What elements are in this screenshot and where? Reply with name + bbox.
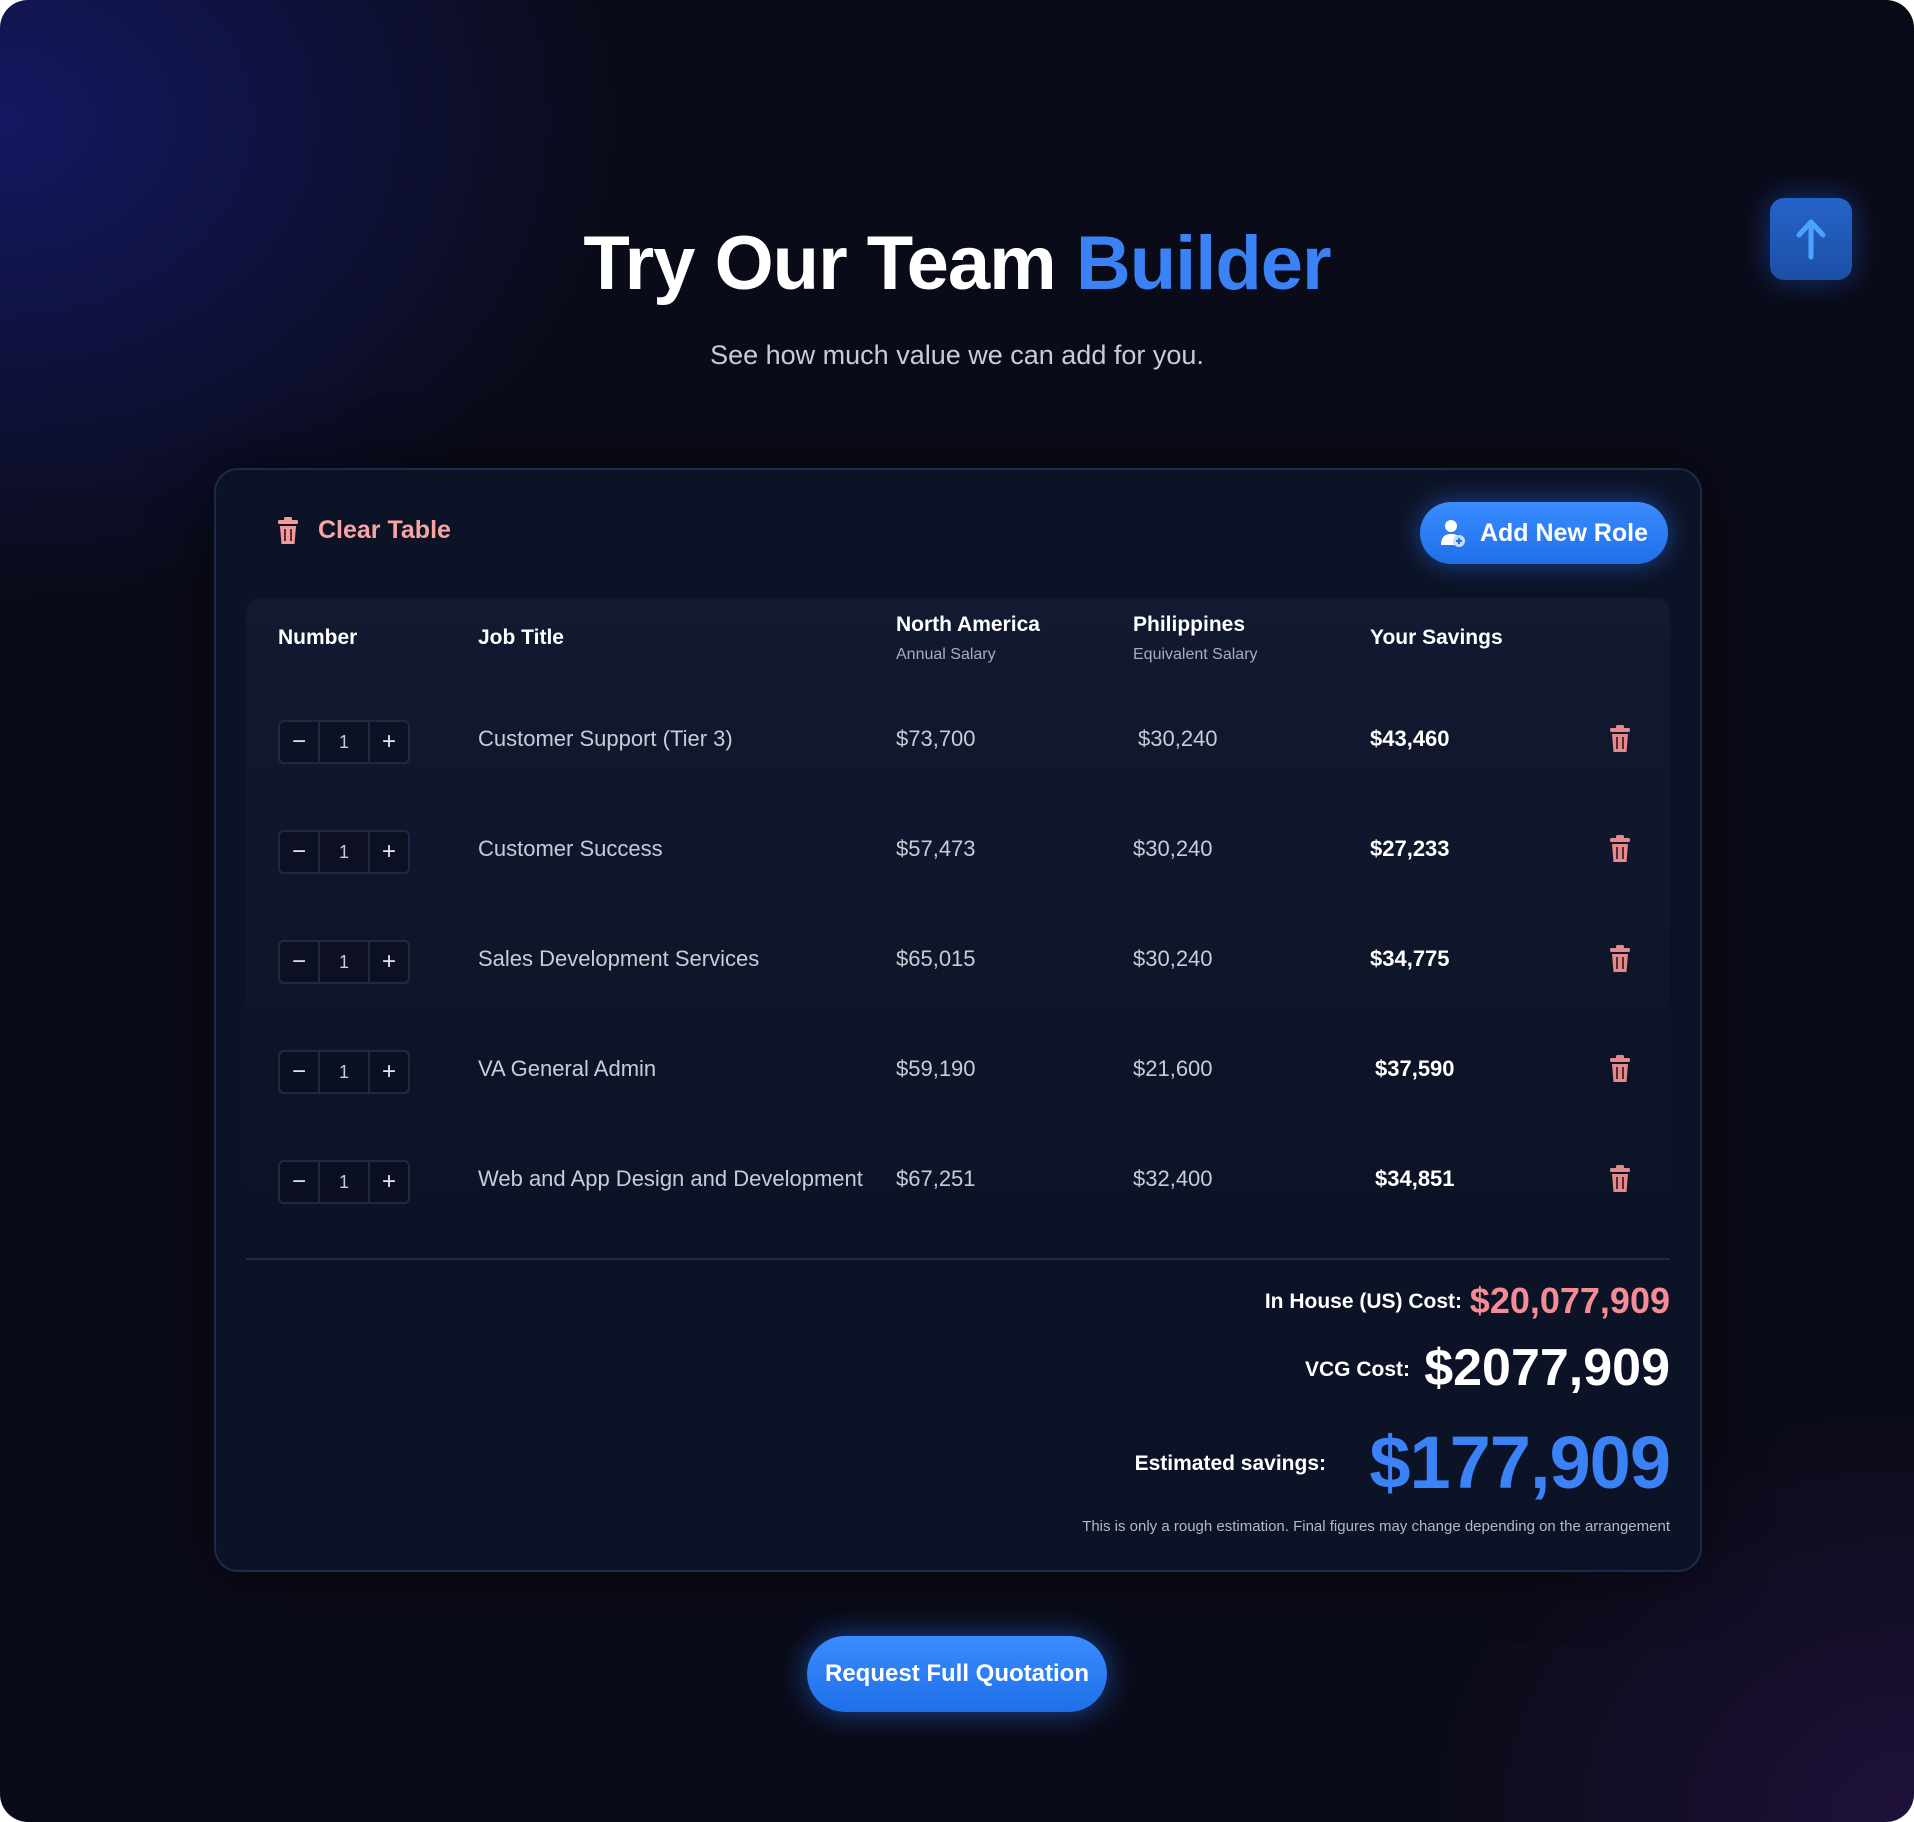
header-philippines-sub: Equivalent Salary	[1133, 646, 1258, 663]
quantity-value[interactable]: 1	[318, 832, 370, 872]
quantity-stepper: − 1 +	[278, 720, 410, 764]
header-number: Number	[278, 626, 358, 649]
philippines-salary-cell: $30,240	[1138, 726, 1218, 751]
savings-cell: $37,590	[1375, 1056, 1455, 1081]
estimated-savings-label: Estimated savings:	[1134, 1452, 1326, 1475]
in-house-cost-label: In House (US) Cost:	[1264, 1290, 1462, 1313]
delete-row-button[interactable]	[1608, 1055, 1632, 1088]
job-title-cell: Customer Success	[478, 836, 663, 861]
vcg-cost-label: VCG Cost:	[1305, 1358, 1410, 1381]
job-title-cell: Customer Support (Tier 3)	[478, 726, 733, 751]
quantity-stepper: − 1 +	[278, 940, 410, 984]
quantity-stepper: − 1 +	[278, 830, 410, 874]
trash-icon	[1610, 835, 1630, 862]
page: Try Our Team Builder See how much value …	[0, 0, 1914, 1822]
estimation-disclaimer: This is only a rough estimation. Final f…	[1082, 1518, 1670, 1535]
quantity-value[interactable]: 1	[318, 1162, 370, 1202]
page-subtitle: See how much value we can add for you.	[710, 340, 1204, 370]
increment-button[interactable]: +	[370, 832, 408, 872]
philippines-salary-cell: $30,240	[1133, 836, 1213, 861]
page-title-main: Try Our Team	[583, 221, 1076, 306]
increment-button[interactable]: +	[370, 942, 408, 982]
trash-icon	[1610, 725, 1630, 752]
add-new-role-button[interactable]: Add New Role	[1420, 502, 1668, 564]
philippines-salary-cell: $21,600	[1133, 1056, 1213, 1081]
table-row: − 1 + Web and App Design and Development…	[216, 1150, 1700, 1210]
decrement-button[interactable]: −	[280, 1052, 318, 1092]
north-america-salary-cell: $59,190	[896, 1056, 976, 1081]
north-america-salary-cell: $65,015	[896, 946, 976, 971]
increment-button[interactable]: +	[370, 1162, 408, 1202]
header-north-america-sub: Annual Salary	[896, 646, 996, 663]
header-your-savings: Your Savings	[1370, 626, 1503, 649]
header-philippines: Philippines	[1133, 613, 1246, 636]
job-title-cell: Sales Development Services	[478, 946, 760, 971]
savings-cell: $43,460	[1370, 726, 1450, 751]
north-america-salary-cell: $73,700	[896, 726, 976, 751]
table-row: − 1 + Sales Development Services $65,015…	[216, 930, 1700, 990]
delete-row-button[interactable]	[1608, 725, 1632, 758]
philippines-salary-cell: $30,240	[1133, 946, 1213, 971]
savings-cell: $34,775	[1370, 946, 1450, 971]
clear-table-button[interactable]: Clear Table	[276, 516, 451, 545]
team-builder-card: Clear Table Add New Role Number Job Titl…	[214, 468, 1702, 1572]
decrement-button[interactable]: −	[280, 942, 318, 982]
north-america-salary-cell: $67,251	[896, 1166, 976, 1191]
request-quotation-button[interactable]: Request Full Quotation	[807, 1636, 1107, 1712]
table-row: − 1 + Customer Success $57,473 $30,240 $…	[216, 820, 1700, 880]
delete-row-button[interactable]	[1608, 945, 1632, 978]
header-job-title: Job Title	[478, 626, 564, 649]
summary-divider	[246, 1258, 1670, 1260]
trash-icon	[1610, 945, 1630, 972]
table-row: − 1 + Customer Support (Tier 3) $73,700 …	[216, 710, 1700, 770]
trash-icon	[278, 516, 298, 544]
header-north-america: North America	[896, 613, 1040, 636]
increment-button[interactable]: +	[370, 1052, 408, 1092]
quantity-value[interactable]: 1	[318, 722, 370, 762]
savings-cell: $34,851	[1375, 1166, 1455, 1191]
add-new-role-label: Add New Role	[1479, 518, 1649, 547]
decrement-button[interactable]: −	[280, 722, 318, 762]
quantity-stepper: − 1 +	[278, 1160, 410, 1204]
job-title-cell: Web and App Design and Development	[478, 1166, 863, 1191]
increment-button[interactable]: +	[370, 722, 408, 762]
delete-row-button[interactable]	[1608, 1165, 1632, 1198]
trash-icon	[1610, 1055, 1630, 1082]
roles-table	[246, 598, 1670, 1218]
in-house-cost-value: $20,077,909	[1469, 1280, 1670, 1321]
add-user-icon	[1440, 520, 1465, 547]
decrement-button[interactable]: −	[280, 832, 318, 872]
north-america-salary-cell: $57,473	[896, 836, 976, 861]
delete-row-button[interactable]	[1608, 835, 1632, 868]
savings-cell: $27,233	[1370, 836, 1450, 861]
quantity-value[interactable]: 1	[318, 1052, 370, 1092]
page-title: Try Our Team Builder	[0, 220, 1914, 307]
page-title-accent: Builder	[1075, 221, 1332, 306]
clear-table-label: Clear Table	[318, 516, 451, 544]
trash-icon	[1610, 1165, 1630, 1192]
job-title-cell: VA General Admin	[478, 1056, 657, 1081]
quantity-value[interactable]: 1	[318, 942, 370, 982]
estimated-savings-value: $177,909	[1369, 1421, 1671, 1504]
philippines-salary-cell: $32,400	[1133, 1166, 1213, 1191]
quantity-stepper: − 1 +	[278, 1050, 410, 1094]
table-row: − 1 + VA General Admin $59,190 $21,600 $…	[216, 1040, 1700, 1100]
vcg-cost-value: $2077,909	[1424, 1339, 1670, 1397]
decrement-button[interactable]: −	[280, 1162, 318, 1202]
